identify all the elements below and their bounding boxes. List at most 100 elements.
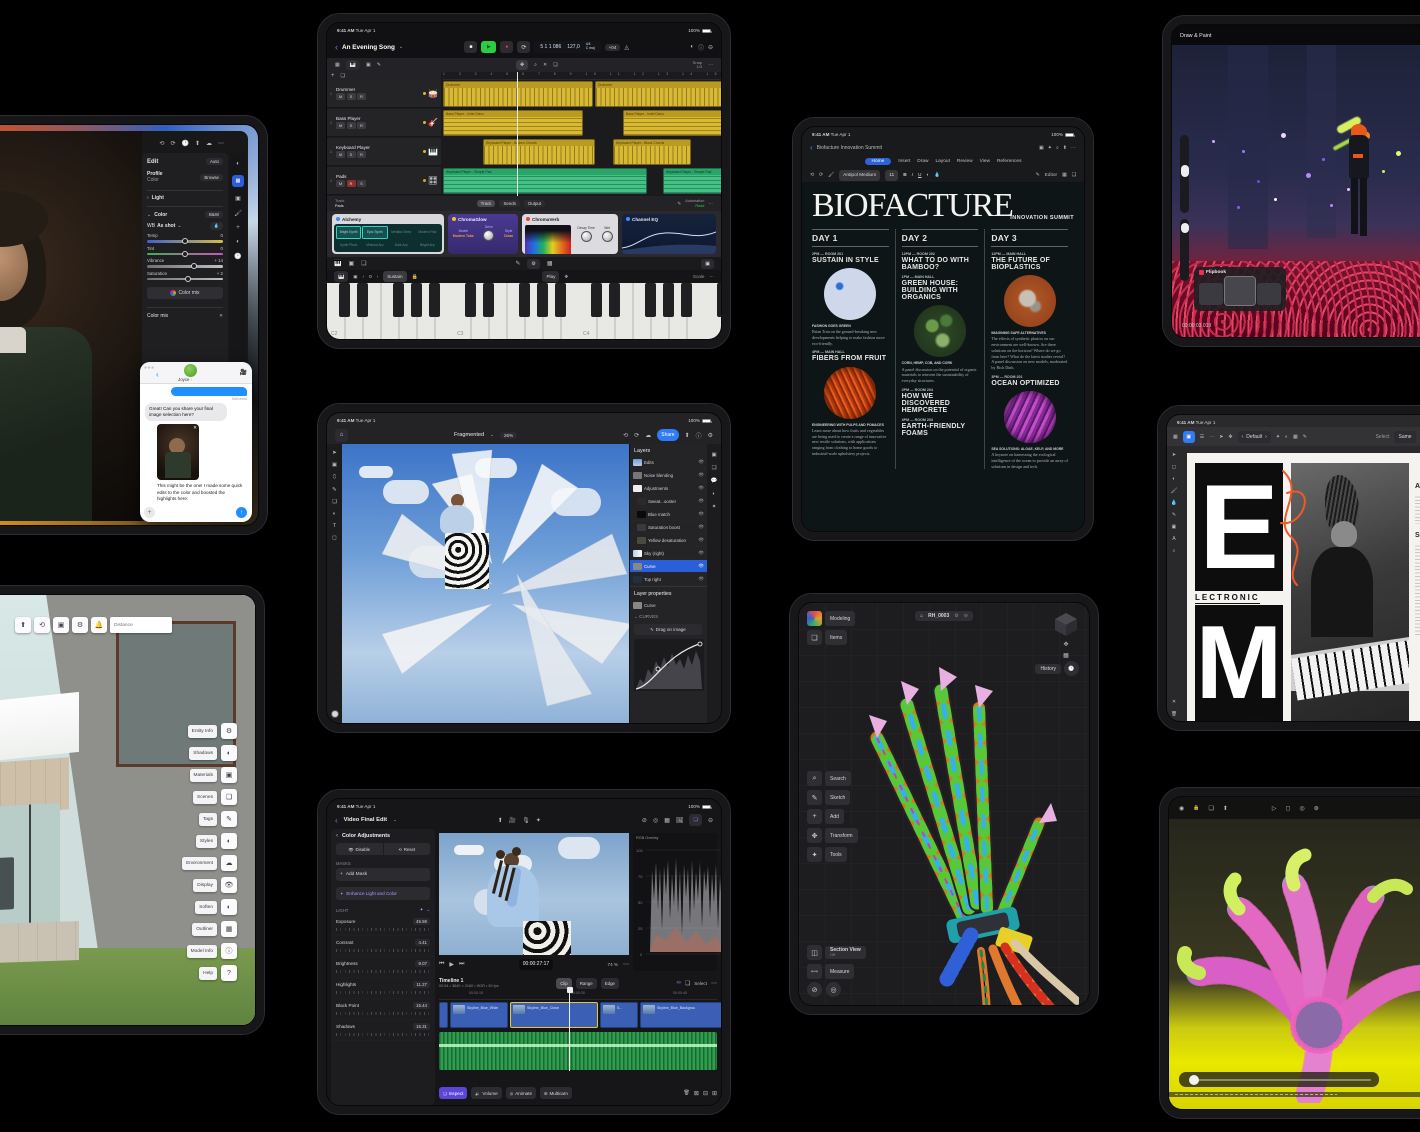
photo-attachment[interactable]: ✕ xyxy=(157,424,199,480)
section-view-icon[interactable]: ◫ xyxy=(807,945,822,960)
model-info-icon[interactable]: ⓘ xyxy=(221,943,237,959)
view-cube[interactable] xyxy=(1053,611,1079,637)
font-size[interactable]: 11 xyxy=(885,170,898,181)
pen-icon[interactable]: ✎ xyxy=(1303,434,1307,440)
message-draft[interactable]: This might be the one! I made some quick… xyxy=(157,483,245,502)
history-icon[interactable]: 🕐 xyxy=(181,140,188,147)
playhead[interactable] xyxy=(517,72,518,196)
type-tool-icon[interactable]: T xyxy=(333,523,336,529)
play-icon[interactable]: ▷ xyxy=(1272,805,1277,812)
modeling-menu[interactable]: Modeling xyxy=(825,611,855,626)
media-icon[interactable]: 🖼 xyxy=(676,817,684,824)
region-pads-2[interactable]: Keyboard Player - Simple Pad xyxy=(663,168,721,194)
export-icon[interactable]: ▣ xyxy=(53,617,69,633)
frame-thumbnail-active[interactable] xyxy=(1225,277,1255,305)
tool-tools[interactable]: Tools xyxy=(825,847,847,862)
record-icon[interactable]: ◉ xyxy=(1179,805,1184,812)
vector-brush-icon[interactable]: 🖌 xyxy=(1171,488,1178,494)
distance-input[interactable] xyxy=(110,617,172,633)
saturation-slider[interactable]: Saturation+ 2 xyxy=(147,271,223,281)
shadows-slider[interactable]: Shadows15.31 xyxy=(331,1020,435,1041)
more-icon[interactable]: ⋯ xyxy=(1071,145,1076,151)
livedraw-icon[interactable]: ✦ xyxy=(536,817,541,824)
artboard-tool-icon[interactable]: ◻ xyxy=(1172,464,1176,470)
tab-layout[interactable]: Layout xyxy=(936,159,950,164)
clone-tool-icon[interactable]: ❏ xyxy=(332,499,337,505)
move-tool-icon[interactable]: ➤ xyxy=(1172,452,1176,458)
back-icon[interactable]: ‹ xyxy=(335,816,338,825)
undo-icon[interactable]: ⟲ xyxy=(623,432,628,439)
vibrance-slider[interactable]: Vibrance+ 14 xyxy=(147,258,223,268)
split-icon[interactable]: ▣ xyxy=(353,274,357,280)
tab-view[interactable]: View xyxy=(980,159,990,164)
eye-icon[interactable]: 👁 xyxy=(698,472,704,478)
pencil-icon[interactable]: ✎ xyxy=(377,62,381,68)
share-icon[interactable]: ⬆ xyxy=(1063,145,1067,151)
settings-icon[interactable]: ⚙ xyxy=(72,617,88,633)
region-keys-1[interactable]: Keyboard Player - Broken Chords xyxy=(483,139,595,165)
more-icon[interactable]: ⋯ xyxy=(708,62,713,68)
entity-info-icon[interactable]: ⚙ xyxy=(221,723,237,739)
more-icon[interactable]: ⋯ xyxy=(711,980,717,987)
highlight-icon[interactable]: ◐ xyxy=(926,173,929,178)
rail-scenes[interactable]: Scenes xyxy=(193,791,217,804)
chevron-down-icon[interactable]: ⌄ xyxy=(393,817,397,823)
transform-tool-icon[interactable]: ▣ xyxy=(332,462,337,468)
eye-icon[interactable]: 👁 xyxy=(698,459,704,465)
project-title[interactable]: Video Final Edit xyxy=(344,817,387,823)
ideas-icon[interactable]: ✦ xyxy=(1048,145,1052,151)
more-icon[interactable]: ⋯ xyxy=(218,140,224,147)
zoom-level[interactable]: 26% xyxy=(500,432,517,439)
poster-canvas[interactable]: E LECTRONIC M USIC AW SC xyxy=(1187,453,1420,721)
curves-section-label[interactable]: ⌄ CURVES xyxy=(630,612,707,622)
tools-icon[interactable]: ✦ xyxy=(807,847,822,862)
redo-icon[interactable]: ⟳ xyxy=(634,432,639,439)
alchemy-tile[interactable]: Epic Synth xyxy=(362,226,387,239)
tool-transform[interactable]: Transform xyxy=(825,828,858,843)
timeline-ruler[interactable]: 00:00:1500:00:3000:00:45 xyxy=(439,991,717,1000)
eye-icon[interactable]: 👁 xyxy=(698,524,704,530)
help-icon[interactable]: ⓘ xyxy=(696,431,702,440)
facetime-icon[interactable]: 🎥 xyxy=(240,369,247,376)
numbering-icon[interactable]: ❏ xyxy=(1072,173,1076,178)
tool-search[interactable]: Search xyxy=(825,771,851,786)
measure-button[interactable]: Measure xyxy=(825,964,854,979)
preset-select[interactable]: ‹Default› xyxy=(1238,431,1271,443)
font-name[interactable]: Antipol Medium xyxy=(839,170,880,181)
alchemy-tile[interactable]: Dark Arp xyxy=(389,240,414,251)
record-button[interactable]: ● xyxy=(500,41,513,53)
color-mix-button[interactable]: Color mix xyxy=(147,287,223,299)
region-bass-2[interactable]: Bass Player - Indie Disco xyxy=(623,110,721,136)
add-icon[interactable]: + xyxy=(807,809,822,824)
tab-draw[interactable]: Draw xyxy=(917,159,928,164)
alchemy-tile[interactable]: Bright Synth xyxy=(336,226,361,239)
layer-row[interactable]: Sweat...ooster👁 xyxy=(630,495,707,508)
track-header-bass[interactable]: 2 Bass Player M S R 🎸 xyxy=(327,109,441,137)
font-color-icon[interactable]: 💧 xyxy=(934,173,940,178)
comments-icon[interactable]: 💬 xyxy=(711,478,718,484)
artwork-canvas[interactable]: Flipbook 00:00:03.019 xyxy=(1172,45,1420,337)
eye-icon[interactable]: 👁 xyxy=(698,485,704,491)
mute-button[interactable]: M xyxy=(336,180,345,187)
pencil-icon[interactable]: ✎ xyxy=(515,260,520,267)
trash-icon[interactable]: 🗑 xyxy=(1171,711,1177,717)
measure-icon[interactable]: ⟺ xyxy=(807,964,822,979)
more-icon[interactable]: ⋯ xyxy=(709,274,714,280)
light-section[interactable]: Light xyxy=(152,195,164,201)
editor-view-icon[interactable]: 🎹 xyxy=(346,60,360,70)
record-enable-button[interactable]: R xyxy=(357,151,366,158)
chromaglow-model[interactable]: Modern Tube xyxy=(453,234,474,238)
multicam-button[interactable]: ⊞Multicam xyxy=(540,1087,572,1099)
text-tool-icon[interactable]: A xyxy=(1172,536,1175,542)
rail-materials[interactable]: Materials xyxy=(190,769,217,782)
underline-button[interactable]: U xyxy=(918,173,921,178)
overwrite-icon[interactable]: ❏ xyxy=(685,980,690,987)
eye-icon[interactable]: 👁 xyxy=(698,550,704,556)
editor-label[interactable]: Editor xyxy=(1045,173,1058,178)
play-surface-button[interactable]: Play xyxy=(542,271,559,282)
same-menu[interactable]: Same xyxy=(1394,431,1415,443)
color-section[interactable]: Color xyxy=(154,212,167,218)
track-header-keyboard[interactable]: 3 Keyboard Player M S R 🎹 xyxy=(327,138,441,166)
lasso-tool-icon[interactable]: ⬯ xyxy=(333,474,337,481)
alchemy-tile[interactable]: Minimal Arp xyxy=(362,240,387,251)
